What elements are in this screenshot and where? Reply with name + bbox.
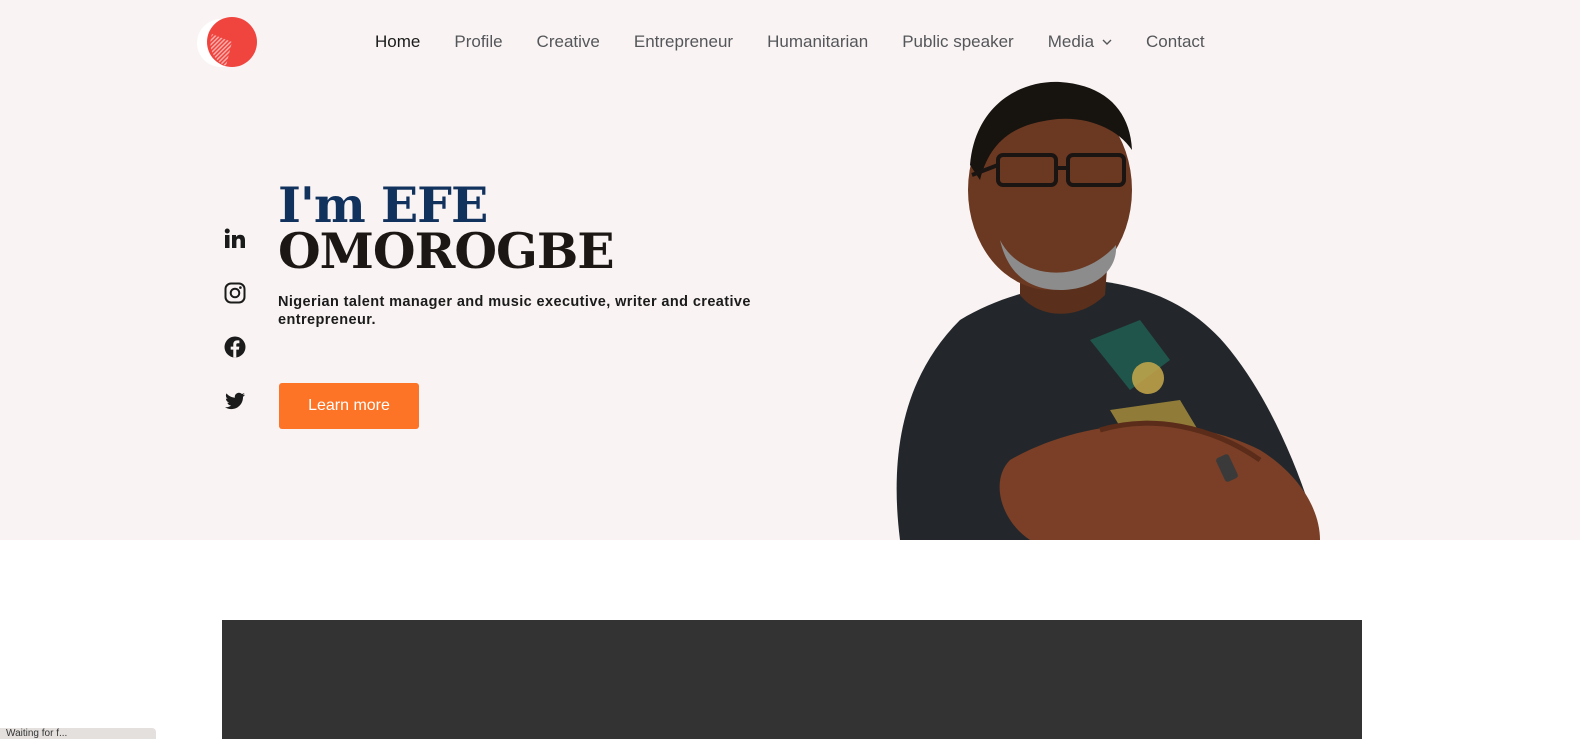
portrait-photo [896,81,1320,540]
status-bar: Waiting for f... [0,728,156,739]
video-embed[interactable] [222,620,1362,739]
hero-section: Home Profile Creative Entrepreneur Human… [0,0,1580,540]
hero-title-line2: OMOROGBE [278,222,615,280]
hero-subtitle: Nigerian talent manager and music execut… [278,294,751,328]
nav-entrepreneur[interactable]: Entrepreneur [634,32,733,52]
twitter-icon[interactable] [224,390,246,412]
nav-contact[interactable]: Contact [1146,32,1205,52]
nav-creative[interactable]: Creative [537,32,600,52]
nav-media-label: Media [1047,32,1095,51]
facebook-icon[interactable] [224,336,246,358]
nav-media[interactable]: Media [1048,32,1112,52]
main-nav: Home Profile Creative Entrepreneur Human… [375,30,1239,54]
nav-public-speaker[interactable]: Public speaker [902,32,1014,52]
hero-title: I'm EFE OMOROGBE [278,181,615,280]
nav-home[interactable]: Home [375,32,420,52]
nav-profile[interactable]: Profile [454,32,502,52]
instagram-icon[interactable] [224,282,246,304]
chevron-down-icon [1102,39,1112,45]
learn-more-button[interactable]: Learn more [279,383,419,429]
linkedin-icon[interactable] [224,228,246,250]
nav-humanitarian[interactable]: Humanitarian [767,32,868,52]
site-logo[interactable] [196,16,258,68]
social-links [224,228,246,444]
